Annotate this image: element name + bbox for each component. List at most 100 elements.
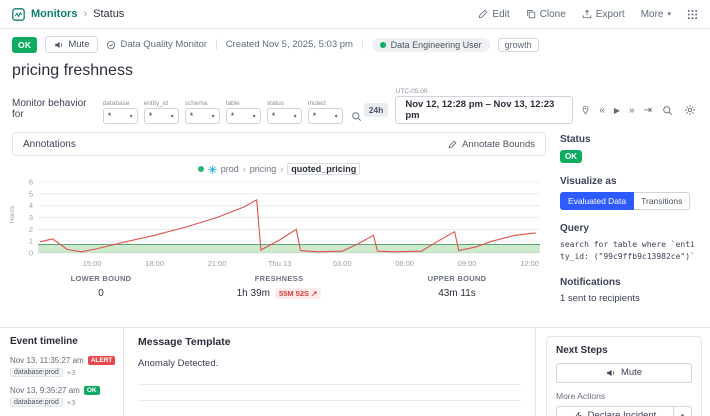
query-section-title: Query — [560, 223, 589, 234]
breadcrumb-status: Status — [93, 8, 125, 20]
chevron-down-icon: ▾ — [667, 11, 671, 18]
status-badge: OK — [12, 36, 38, 53]
event-more-count: +3 — [66, 397, 76, 407]
filter-muted-select[interactable]: * ▾ — [307, 108, 343, 124]
timeline-event[interactable]: Nov 13, 9:35:27 am OK database:prod +3 — [10, 385, 113, 407]
more-button[interactable]: More ▾ — [641, 9, 671, 20]
chart-canvas[interactable]: 0 1 2 3 4 5 6 15:00 18:00 21:00 Thu 13 03:00 06:00 09… — [12, 177, 546, 271]
step-forward-icon: » — [629, 104, 635, 116]
incident-bolt-icon — [574, 411, 583, 416]
event-time: Nov 13, 9:35:27 am — [10, 385, 80, 395]
jump-to-latest-button[interactable]: ⇥ — [643, 105, 653, 116]
visualize-section-title: Visualize as — [560, 176, 617, 187]
owner-label: Data Engineering User — [390, 39, 482, 50]
legend-table-chip[interactable]: quoted_pricing — [287, 163, 361, 175]
message-template-title: Message Template — [138, 335, 231, 348]
range-badge[interactable]: 24h — [363, 103, 389, 117]
annotate-bounds-label: Annotate Bounds — [462, 138, 535, 150]
chevron-down-icon: ▾ — [129, 113, 133, 120]
lower-bound-stat: LOWER BOUND 0 — [12, 274, 190, 299]
main-content: Annotations Annotate Bounds prod › prici… — [0, 124, 710, 317]
svg-text:06:00: 06:00 — [395, 259, 414, 268]
chevron-down-icon: ▾ — [211, 113, 215, 120]
edit-button[interactable]: Edit — [478, 9, 510, 20]
step-back-button[interactable]: « — [598, 105, 606, 116]
freshness-delta-badge: 55M 52S ↗ — [274, 288, 322, 299]
annotations-title: Annotations — [23, 138, 76, 150]
monitor-type-icon — [106, 40, 116, 50]
filter-entity-id: entity_id * ▾ — [143, 100, 179, 124]
svg-text:09:00: 09:00 — [458, 259, 477, 268]
message-template-body[interactable]: Anomaly Detected. — [138, 358, 521, 369]
upper-bound-value: 43m 11s — [438, 288, 476, 299]
search-button[interactable] — [349, 109, 364, 124]
declare-incident-group: Declare Incident ▾ — [556, 405, 692, 416]
pencil-icon — [478, 9, 488, 19]
visualize-section: Visualize as Evaluated Data Transitions — [560, 176, 696, 210]
event-status-badge: OK — [83, 385, 100, 395]
filter-entity-id-select[interactable]: * ▾ — [143, 108, 179, 124]
pin-view-button[interactable] — [580, 105, 591, 115]
svg-text:6: 6 — [29, 178, 33, 187]
chart-zoom-button[interactable] — [660, 103, 675, 118]
date-range-input[interactable]: Nov 12, 12:28 pm – Nov 13, 12:23 pm — [395, 96, 574, 124]
clone-button[interactable]: Clone — [526, 9, 566, 20]
chart-column: Annotations Annotate Bounds prod › prici… — [9, 132, 546, 317]
event-tag-chip: database:prod — [10, 397, 63, 407]
filter-muted: muted * ▾ — [307, 100, 343, 124]
legend-schema: pricing — [249, 164, 277, 174]
svg-text:1: 1 — [29, 237, 33, 246]
apps-grid-icon[interactable] — [687, 9, 698, 20]
filter-schema-select[interactable]: * ▾ — [184, 108, 220, 124]
mute-button[interactable]: Mute — [45, 36, 99, 53]
filter-table-select[interactable]: * ▾ — [225, 108, 261, 124]
event-time: Nov 13, 11:35:27 am — [10, 355, 84, 365]
filter-status-select[interactable]: * ▾ — [266, 108, 302, 124]
settings-button[interactable] — [682, 102, 698, 118]
svg-text:3: 3 — [29, 213, 33, 222]
chevron-down-icon: ▾ — [170, 113, 174, 120]
topbar-actions: Edit Clone Export More ▾ — [478, 9, 698, 20]
export-icon — [582, 9, 592, 19]
annotations-bar: Annotations Annotate Bounds — [12, 132, 546, 156]
status-section: Status OK — [560, 134, 696, 163]
filter-muted-value: * — [312, 111, 317, 121]
chevron-down-icon: ▾ — [334, 113, 338, 120]
filter-table-value: * — [230, 111, 235, 121]
filter-entity-id-label: entity_id — [143, 100, 168, 107]
speaker-icon — [54, 40, 64, 50]
filter-status-value: * — [271, 111, 276, 121]
more-label: More — [640, 8, 664, 20]
upper-bound-label: UPPER BOUND — [427, 274, 487, 283]
transitions-button[interactable]: Transitions — [634, 192, 691, 210]
annotate-bounds-button[interactable]: Annotate Bounds — [448, 139, 535, 150]
play-button[interactable]: ▶ — [613, 105, 621, 116]
timeline-event[interactable]: Nov 13, 11:35:27 am ALERT database:prod … — [10, 355, 116, 377]
filter-schema-label: schema — [184, 100, 208, 107]
bounds-stats-row: LOWER BOUND 0 FRESHNESS 1h 39m 55M 52S ↗… — [12, 274, 546, 299]
export-label: Export — [595, 8, 625, 20]
export-button[interactable]: Export — [582, 9, 625, 20]
play-icon: ▶ — [613, 105, 621, 115]
query-section: Query search for table where `entity_id:… — [560, 223, 696, 264]
owner-pill[interactable]: Data Engineering User — [371, 37, 490, 52]
breadcrumb-separator: › — [83, 8, 88, 20]
mute-button-card[interactable]: Mute — [556, 362, 692, 383]
declare-incident-button[interactable]: Declare Incident — [556, 405, 674, 416]
notifications-section-title: Notifications — [560, 276, 621, 288]
freshness-chart[interactable]: Hours 0 1 2 3 4 5 6 15:00 18:00 21:00 Thu 13 03:00 0… — [9, 177, 546, 271]
declare-incident-dropdown[interactable]: ▾ — [674, 405, 692, 416]
evaluated-data-button[interactable]: Evaluated Data — [560, 192, 635, 210]
filter-database-select[interactable]: * ▾ — [102, 108, 138, 124]
filter-status-label: status — [266, 100, 285, 107]
divider — [138, 383, 521, 385]
notifications-link[interactable]: 1 sent to recipients — [560, 293, 640, 304]
tag-growth[interactable]: growth — [497, 37, 539, 52]
svg-text:4: 4 — [29, 201, 33, 210]
query-text: search for table where `entity_id: ("99c… — [560, 240, 695, 262]
breadcrumb-monitors[interactable]: Monitors — [31, 8, 77, 20]
filter-schema-value: * — [189, 111, 194, 121]
event-timeline-title: Event timeline — [10, 335, 78, 347]
step-forward-button[interactable]: » — [628, 105, 636, 116]
gear-icon — [684, 104, 696, 116]
